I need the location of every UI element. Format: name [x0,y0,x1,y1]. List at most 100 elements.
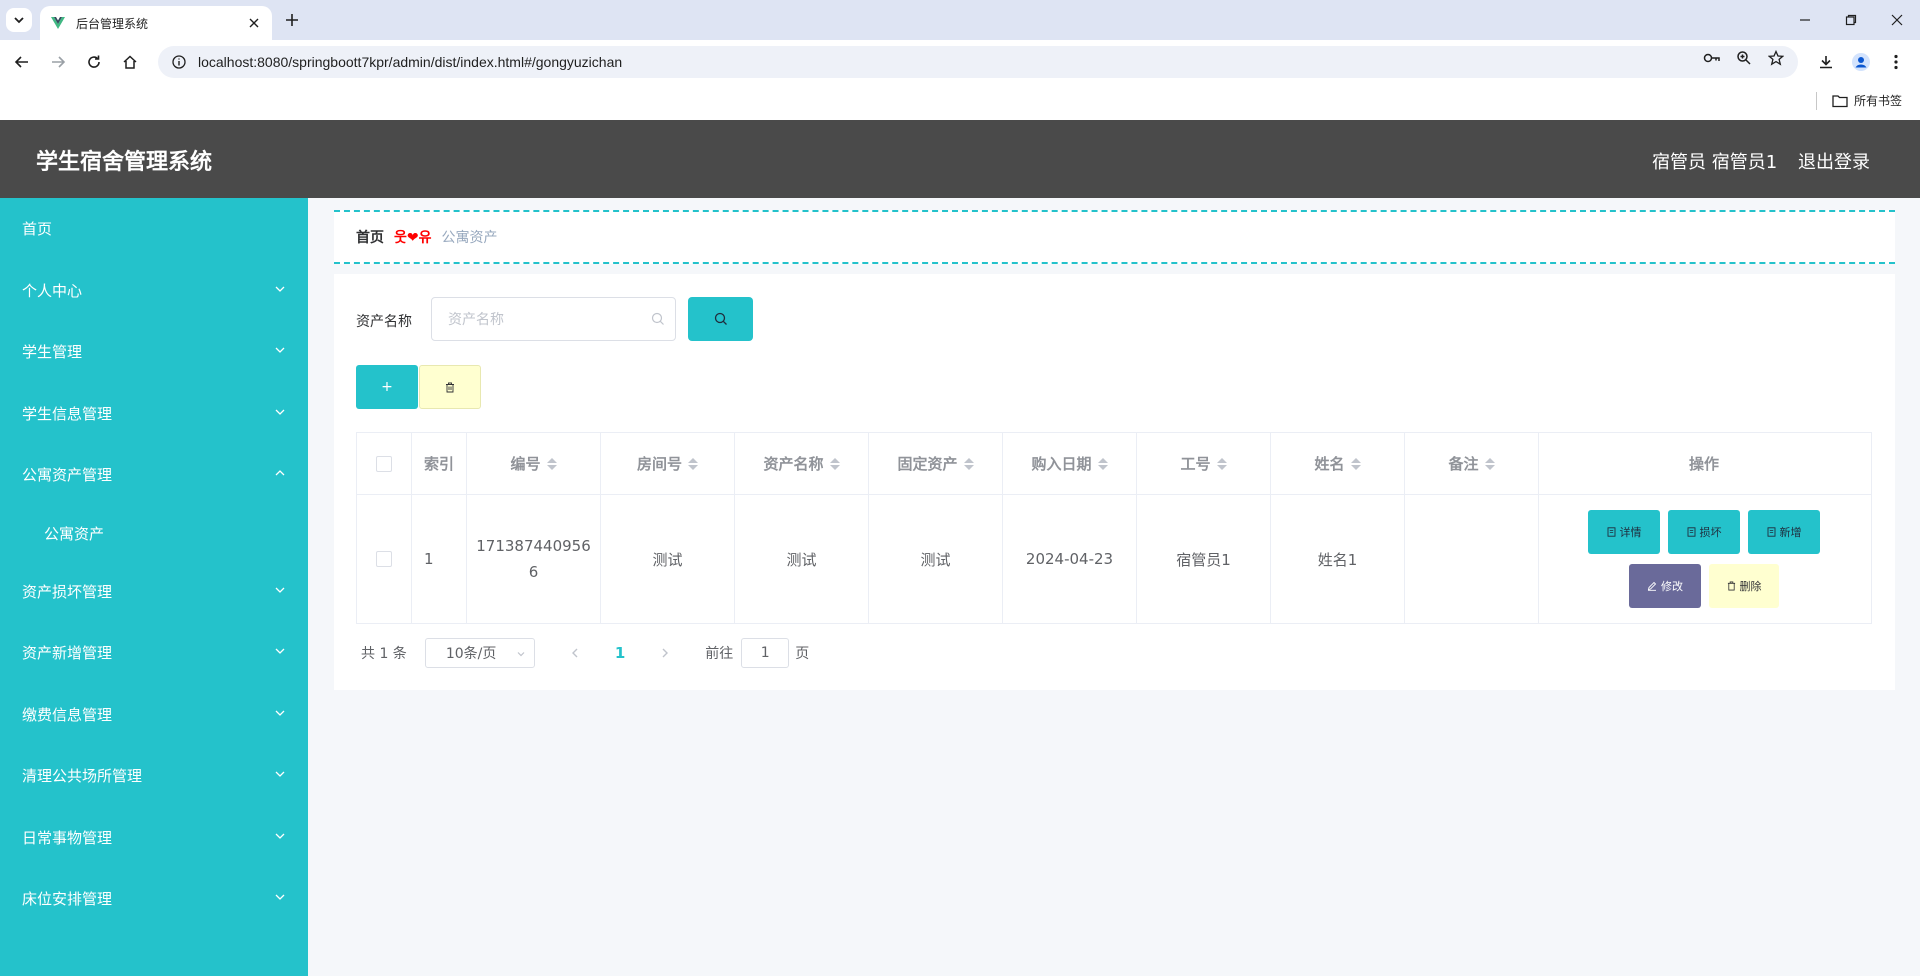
search-icon [714,312,727,325]
site-info-icon[interactable] [172,55,186,69]
header-asset-name[interactable]: 资产名称 [735,433,869,494]
chevron-down-icon [275,286,285,292]
chevron-down-icon [275,894,285,900]
sort-icon[interactable] [1216,457,1227,470]
more-menu-icon[interactable] [1884,50,1908,74]
header-label: 备注 [1448,455,1479,473]
header-label: 姓名 [1314,455,1345,473]
document-icon [1767,527,1775,537]
restore-icon[interactable] [1828,0,1874,40]
cell-room: 测试 [601,495,735,623]
forward-arrow-icon[interactable] [46,50,70,74]
breadcrumb-separator: 웃❤유 [394,230,432,246]
search-button[interactable] [688,297,753,341]
close-window-icon[interactable] [1874,0,1920,40]
sidebar-item-asset-damage-mgmt[interactable]: 资产损坏管理 [0,566,308,616]
download-icon[interactable] [1814,50,1838,74]
header-fixed-asset[interactable]: 固定资产 [869,433,1003,494]
sort-icon[interactable] [688,457,698,470]
chevron-down-icon [275,587,285,593]
sort-icon[interactable] [1097,457,1108,470]
header-code[interactable]: 编号 [467,433,601,494]
chevron-left-icon [571,648,578,658]
cell-index: 1 [412,495,467,623]
tab-search-button[interactable] [6,8,32,32]
sidebar-item-label: 个人中心 [22,281,83,300]
detail-button[interactable]: 详情 [1588,510,1660,554]
password-key-icon[interactable] [1702,48,1722,68]
all-bookmarks-button[interactable]: 所有书签 [1832,92,1902,109]
sidebar-item-label: 资产新增管理 [22,643,113,662]
bookmark-star-icon[interactable] [1766,48,1786,68]
sidebar-item-student-mgmt[interactable]: 学生管理 [0,326,308,376]
delete-label: 删除 [1739,580,1762,593]
batch-delete-button[interactable] [419,365,481,409]
sidebar-item-apartment-asset[interactable]: 公寓资产 [0,508,308,558]
chevron-right-icon [662,648,669,658]
prev-page-button[interactable] [565,647,585,659]
minimize-icon[interactable] [1782,0,1828,40]
sidebar-item-home[interactable]: 首页 [0,203,308,253]
profile-avatar-icon[interactable] [1849,50,1873,74]
page-size-select[interactable]: 10条/页 [424,638,535,668]
select-all-checkbox[interactable] [376,455,392,472]
add-new-button[interactable]: 新增 [1748,510,1820,554]
breadcrumb-current: 公寓资产 [441,230,498,246]
zoom-icon[interactable] [1734,48,1754,68]
sort-icon[interactable] [829,457,840,470]
asset-name-search-input[interactable]: 资产名称 [431,297,676,341]
cell-code: 1713874409566 [467,495,601,623]
sort-icon[interactable] [1484,457,1495,470]
add-new-label: 新增 [1779,526,1802,539]
sidebar-item-student-info-mgmt[interactable]: 学生信息管理 [0,388,308,438]
app-header: 学生宿舍管理系统 宿管员 宿管员1 退出登录 [0,120,1920,198]
all-bookmarks-label: 所有书签 [1854,94,1903,108]
add-button[interactable]: + [356,365,418,409]
pagination-total: 共 1 条 [361,646,407,662]
header-staff-no[interactable]: 工号 [1137,433,1271,494]
page-size-value: 10条/页 [445,646,497,662]
back-arrow-icon[interactable] [10,50,34,74]
reload-icon[interactable] [82,50,106,74]
sidebar-item-daily-affairs-mgmt[interactable]: 日常事物管理 [0,812,308,862]
new-tab-icon[interactable] [282,10,302,30]
sidebar-item-payment-info-mgmt[interactable]: 缴费信息管理 [0,689,308,739]
delete-button[interactable]: 删除 [1709,564,1779,608]
sidebar-item-label: 床位安排管理 [22,889,113,908]
home-icon[interactable] [118,50,142,74]
pencil-icon [1647,581,1657,591]
sidebar-item-bed-arrangement-mgmt[interactable]: 床位安排管理 [0,873,308,923]
header-note[interactable]: 备注 [1405,433,1539,494]
goto-unit: 页 [795,646,810,662]
damage-button[interactable]: 损坏 [1668,510,1740,554]
logout-link[interactable]: 退出登录 [1798,148,1870,174]
app-title: 学生宿舍管理系统 [36,150,213,175]
header-room[interactable]: 房间号 [601,433,735,494]
table-header-row: 索引 编号 房间号 资产名称 固定资产 购入日期 工号 姓名 备注 操作 [357,433,1871,495]
sidebar-item-personal-center[interactable]: 个人中心 [0,265,308,315]
header-select-cell [357,433,412,494]
goto-page-input[interactable]: 1 [741,638,790,668]
cell-purchase-date: 2024-04-23 [1003,495,1137,623]
row-checkbox[interactable] [376,551,392,567]
address-bar[interactable]: localhost:8080/springboott7kpr/admin/dis… [158,46,1798,78]
sidebar-item-asset-new-mgmt[interactable]: 资产新增管理 [0,627,308,677]
header-person-name[interactable]: 姓名 [1271,433,1405,494]
close-tab-icon[interactable] [246,15,262,31]
next-page-button[interactable] [655,647,675,659]
browser-tab-active[interactable]: 后台管理系统 [40,6,272,40]
search-label: 资产名称 [356,314,412,330]
edit-button[interactable]: 修改 [1629,564,1701,608]
sort-icon[interactable] [963,457,974,470]
header-purchase-date[interactable]: 购入日期 [1003,433,1137,494]
sort-icon[interactable] [546,457,557,470]
breadcrumb-home[interactable]: 首页 [356,227,384,247]
sidebar-item-label: 日常事物管理 [22,828,113,847]
sort-icon[interactable] [1350,457,1361,470]
page-number-current[interactable]: 1 [615,644,625,662]
bookmarks-divider [1816,92,1817,110]
sidebar-item-public-cleaning-mgmt[interactable]: 清理公共场所管理 [0,750,308,800]
sidebar-item-apartment-asset-mgmt[interactable]: 公寓资产管理 [0,449,308,499]
header-label: 索引 [423,455,454,473]
chevron-up-icon [275,470,285,476]
